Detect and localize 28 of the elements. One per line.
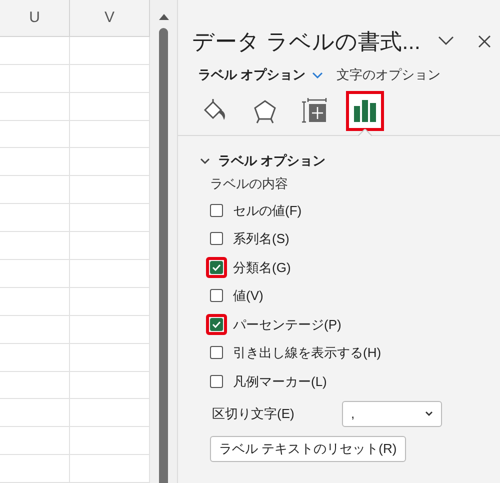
checkbox[interactable] (206, 314, 227, 335)
close-icon[interactable] (478, 34, 492, 48)
scroll-up-icon[interactable] (158, 14, 168, 20)
checkmark-icon (212, 320, 221, 328)
chevron-down-icon[interactable] (438, 36, 454, 46)
section-title[interactable]: ラベル オプション (218, 151, 326, 171)
checkbox-label[interactable]: 値(V) (233, 286, 264, 306)
checkbox[interactable] (206, 256, 227, 278)
options-tab[interactable]: 文字のオプション (336, 65, 441, 85)
scrollbar-thumb[interactable] (159, 28, 168, 483)
checkbox-label[interactable]: 凡例マーカー(L) (233, 372, 327, 391)
checkbox-label[interactable]: セルの値(F) (233, 200, 302, 220)
panel-title: データ ラベルの書式... (192, 28, 420, 56)
bar-chart-icon[interactable] (346, 91, 384, 131)
separator-label: 区切り文字(E) (212, 404, 296, 423)
chevron-down-icon (312, 72, 323, 78)
checkbox-label[interactable]: 系列名(S) (233, 229, 290, 248)
checkbox-label[interactable]: パーセンテージ(P) (233, 314, 342, 334)
caret-icon (425, 411, 433, 416)
checkbox-label[interactable]: 引き出し線を表示する(H) (233, 343, 382, 362)
checkbox-label[interactable]: 分類名(G) (233, 258, 291, 277)
options-tab[interactable]: ラベル オプション (198, 65, 323, 85)
chevron-icon[interactable] (200, 156, 210, 166)
group-label: ラベルの内容 (209, 175, 289, 194)
column-header[interactable]: U (0, 0, 70, 36)
reset-label-text-button[interactable]: ラベル テキストのリセット(R) (210, 436, 406, 462)
checkmark-icon (212, 264, 221, 271)
separator-dropdown[interactable]: , (342, 400, 442, 426)
